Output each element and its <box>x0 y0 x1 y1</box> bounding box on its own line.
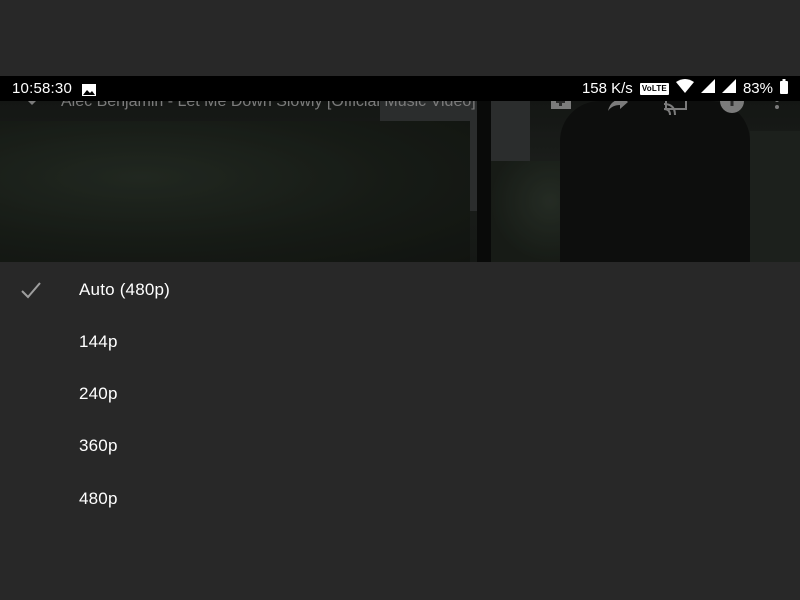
network-speed: 158 K/s <box>581 80 633 97</box>
quality-option-360p[interactable]: 360p <box>0 420 800 472</box>
battery-percent: 83% <box>742 80 773 97</box>
info-icon[interactable] <box>720 101 744 115</box>
check-icon <box>20 279 42 301</box>
more-vert-icon[interactable] <box>772 101 796 115</box>
quality-option-label: 240p <box>79 384 118 403</box>
quality-option-label: 360p <box>79 436 118 455</box>
volte-badge: VoLTE <box>639 82 669 95</box>
quality-option-label: Auto (480p) <box>79 280 171 299</box>
quality-option-144p[interactable]: 144p <box>0 316 800 368</box>
quality-option-auto[interactable]: Auto (480p) <box>0 264 800 316</box>
add-to-playlist-icon[interactable] <box>549 101 573 115</box>
video-dim-overlay <box>0 101 800 262</box>
signal-icon <box>721 79 736 98</box>
video-player[interactable]: Alec Benjamin - Let Me Down Slowly [Offi… <box>0 101 800 262</box>
quality-option-240p[interactable]: 240p <box>0 368 800 420</box>
battery-icon <box>780 78 788 99</box>
signal-icon <box>700 79 715 98</box>
quality-option-label: 480p <box>79 489 118 508</box>
top-padding <box>0 0 800 76</box>
status-bar: 10:58:30 158 K/s VoLTE 83% <box>0 76 800 101</box>
quality-option-480p[interactable]: 480p <box>0 473 800 525</box>
quality-option-label: 144p <box>79 332 118 351</box>
screen: 10:58:30 158 K/s VoLTE 83% Alec Benjamin… <box>0 0 800 600</box>
status-time: 10:58:30 <box>12 80 72 97</box>
status-right-group: 158 K/s VoLTE 83% <box>581 78 788 99</box>
quality-menu: Auto (480p) 144p 240p 360p 480p <box>0 262 800 600</box>
video-title: Alec Benjamin - Let Me Down Slowly [Offi… <box>61 101 476 110</box>
cast-icon[interactable] <box>662 101 687 116</box>
wifi-icon <box>675 79 694 98</box>
image-icon <box>82 83 96 96</box>
chevron-down-icon[interactable] <box>20 101 44 115</box>
share-icon[interactable] <box>606 101 630 115</box>
